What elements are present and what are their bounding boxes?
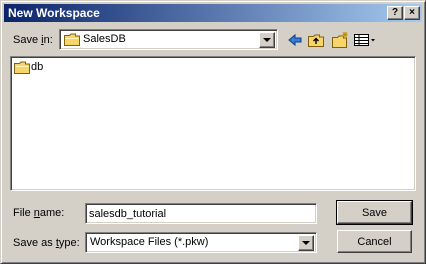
file-name-field[interactable] <box>85 203 317 224</box>
save-in-dropdown[interactable]: SalesDB <box>59 29 278 50</box>
file-name-label: File name: <box>13 207 65 219</box>
save-button[interactable]: Save <box>336 200 413 225</box>
new-workspace-dialog: New Workspace ? × Save in: SalesDB db Fi… <box>0 0 426 264</box>
file-list[interactable]: db <box>10 56 416 191</box>
help-button[interactable]: ? <box>387 6 403 20</box>
folder-icon <box>14 61 30 74</box>
save-in-dropdown-button[interactable] <box>259 32 275 48</box>
new-folder-icon[interactable] <box>331 31 349 49</box>
save-in-label: Save in: <box>13 34 53 46</box>
view-menu-icon[interactable] <box>353 31 377 49</box>
up-folder-icon[interactable] <box>307 31 325 49</box>
cancel-button[interactable]: Cancel <box>337 230 412 253</box>
save-as-type-value: Workspace Files (*.pkw) <box>90 236 209 248</box>
title-bar[interactable]: New Workspace ? × <box>4 4 422 22</box>
save-as-type-dropdown-button[interactable] <box>298 235 314 251</box>
save-as-type-label: Save as type: <box>13 237 80 249</box>
back-icon[interactable] <box>286 31 304 49</box>
close-button[interactable]: × <box>404 6 420 20</box>
list-item-label: db <box>31 61 44 73</box>
save-as-type-dropdown[interactable]: Workspace Files (*.pkw) <box>85 232 317 253</box>
folder-icon <box>64 33 80 46</box>
dialog-title: New Workspace <box>8 6 100 20</box>
save-in-value: SalesDB <box>83 33 126 45</box>
